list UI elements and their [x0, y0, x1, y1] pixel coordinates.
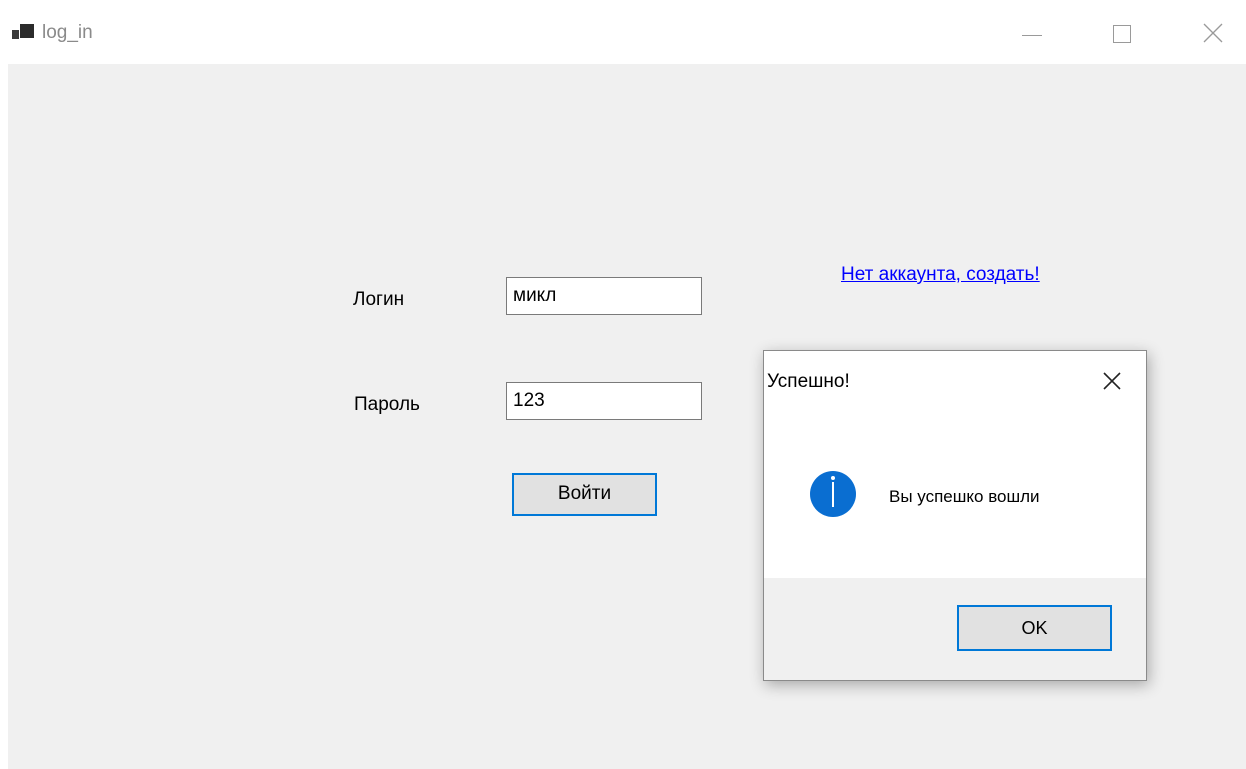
dialog-message: Вы успешко вошли — [889, 487, 1040, 506]
password-input[interactable] — [506, 382, 702, 420]
maximize-icon — [1113, 25, 1131, 43]
minimize-button[interactable] — [1010, 14, 1056, 52]
window-title: log_in — [42, 22, 93, 43]
close-icon — [1103, 372, 1121, 390]
dialog-title: Успешно! — [767, 371, 850, 392]
window-close-button[interactable] — [1190, 14, 1236, 52]
window-titlebar[interactable]: log_in — [0, 0, 1246, 64]
dialog-close-button[interactable] — [1100, 369, 1126, 395]
create-account-link[interactable]: Нет аккаунта, создать! — [841, 264, 1040, 286]
info-icon — [810, 471, 856, 517]
success-message-dialog: Успешно! Вы успешко вошли OK — [763, 350, 1147, 681]
ok-button[interactable]: OK — [957, 605, 1112, 651]
app-icon — [12, 24, 38, 42]
login-button[interactable]: Войти — [512, 473, 657, 516]
minimize-icon — [1022, 35, 1042, 36]
dialog-button-bar: OK — [764, 578, 1146, 680]
password-label: Пароль — [354, 394, 420, 415]
login-input[interactable] — [506, 277, 702, 315]
close-icon — [1203, 23, 1223, 43]
login-label: Логин — [353, 289, 405, 310]
maximize-button[interactable] — [1100, 14, 1146, 52]
